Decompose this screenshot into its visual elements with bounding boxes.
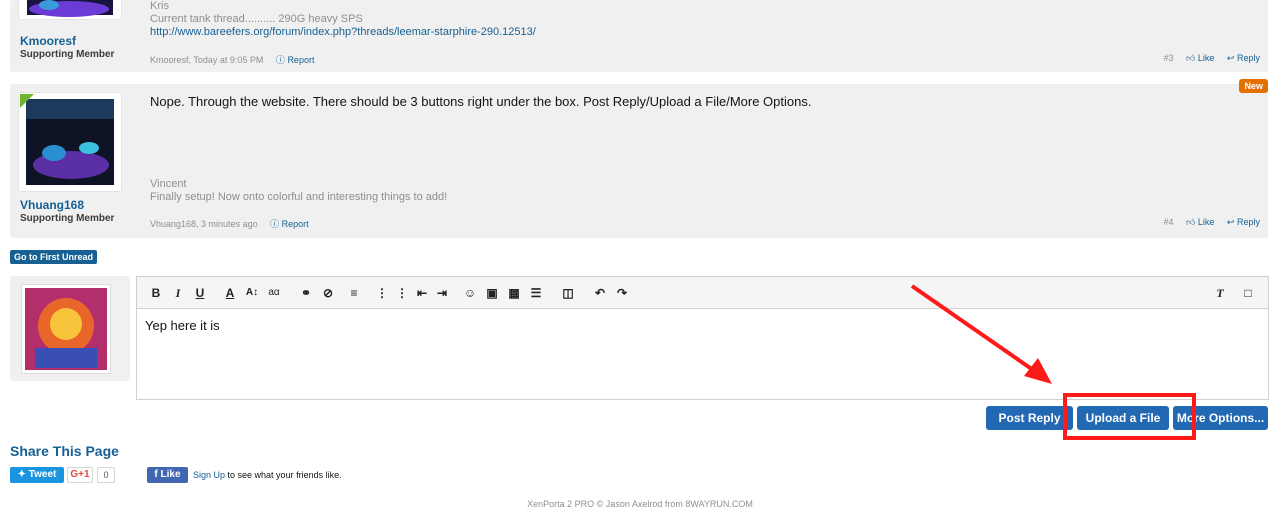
like-link[interactable]: 👍︎ Like — [1186, 53, 1214, 63]
post-number[interactable]: #4 — [1163, 217, 1173, 227]
user-title: Supporting Member — [20, 49, 115, 60]
post-reply-button[interactable]: Post Reply — [986, 406, 1073, 430]
post-meta: Vhuang168, 3 minutes ago ⓘ Report — [150, 217, 309, 230]
signature-link[interactable]: http://www.bareefers.org/forum/index.php… — [150, 26, 536, 38]
username[interactable]: Vhuang168 — [20, 198, 84, 212]
like-label: Like — [1197, 217, 1215, 227]
indent-icon[interactable]: ⇥ — [435, 285, 449, 301]
twitter-icon: ✦ — [17, 469, 26, 480]
annotation-highlight-box — [1063, 393, 1196, 440]
numbered-list-icon[interactable]: ⋮ — [395, 285, 409, 301]
bullet-list-icon[interactable]: ⋮ — [375, 285, 389, 301]
tweet-button[interactable]: ✦ Tweet — [10, 467, 64, 483]
outdent-icon[interactable]: ⇤ — [415, 285, 429, 301]
post-author-date[interactable]: Vhuang168, 3 minutes ago — [150, 219, 258, 229]
signature: Vincent Finally setup! Now onto colorful… — [150, 178, 447, 204]
post-author-date[interactable]: Kmooresf, Today at 9:05 PM — [150, 55, 263, 65]
share-title: Share This Page — [10, 443, 119, 459]
reply-link[interactable]: ↩ Reply — [1227, 217, 1260, 227]
post-number[interactable]: #3 — [1163, 53, 1173, 63]
signature: Kris Current tank thread.......... 290G … — [150, 0, 536, 39]
avatar-image — [26, 99, 114, 185]
signature-name: Kris — [150, 0, 169, 12]
google-plus-button[interactable]: G+1 — [67, 467, 93, 483]
avatar[interactable] — [21, 284, 111, 374]
post-userblock: Kmooresf Supporting Member — [10, 0, 130, 72]
reply-icon: ↩ — [1226, 53, 1235, 63]
italic-icon[interactable]: I — [171, 285, 185, 301]
report-link[interactable]: ⓘ Report — [276, 55, 315, 65]
post-actions: #3 👍︎ Like ↩ Reply — [1163, 53, 1260, 64]
reply-label: Reply — [1236, 53, 1260, 63]
like-link[interactable]: 👍︎ Like — [1186, 217, 1214, 227]
reply-label: Reply — [1236, 217, 1260, 227]
undo-icon[interactable]: ↶ — [593, 285, 607, 301]
unread-marker — [20, 94, 34, 108]
signature-name: Vincent — [150, 178, 187, 190]
editor-toolbar: B I U A A↕ aα ⚭ ⊘ ≡ ⋮ ⋮ ⇤ ⇥ ☺ ▣ ▦ ☰ ◫ ↶ … — [137, 277, 1268, 309]
signature-line: Current tank thread.......... 290G heavy… — [150, 13, 363, 25]
link-icon[interactable]: ⚭ — [299, 285, 313, 301]
facebook-icon: f — [154, 469, 158, 480]
unlink-icon[interactable]: ⊘ — [321, 285, 335, 301]
editor-text-area[interactable]: Yep here it is — [137, 309, 1268, 342]
post-4: Vhuang168 Supporting Member Nope. Throug… — [10, 84, 1268, 238]
thumbs-up-icon: 👍︎ — [1185, 217, 1196, 227]
quick-reply: B I U A A↕ aα ⚭ ⊘ ≡ ⋮ ⋮ ⇤ ⇥ ☺ ▣ ▦ ☰ ◫ ↶ … — [10, 276, 1269, 400]
avatar[interactable] — [18, 0, 122, 20]
username[interactable]: Kmooresf — [20, 34, 76, 48]
bold-icon[interactable]: B — [149, 285, 163, 301]
google-plus-count: 0 — [97, 467, 115, 483]
reply-link[interactable]: ↩ Reply — [1227, 53, 1260, 63]
report-link[interactable]: ⓘ Report — [270, 219, 309, 229]
go-to-first-unread-button[interactable]: Go to First Unread — [10, 250, 98, 264]
post-content: Kris Current tank thread.......... 290G … — [140, 0, 1268, 72]
align-icon[interactable]: ≡ — [347, 285, 361, 301]
avatar-image — [27, 0, 113, 17]
footer-credit[interactable]: XenPorta 2 PRO © Jason Axelrod from 8WAY… — [0, 499, 1280, 509]
user-title: Supporting Member — [20, 213, 115, 224]
insert-icon[interactable]: ☰ — [529, 285, 543, 301]
facebook-like-label: Like — [160, 469, 181, 480]
reply-icon: ↩ — [1226, 217, 1235, 227]
facebook-signup-link[interactable]: Sign Up — [193, 470, 225, 480]
text-color-icon[interactable]: A — [223, 285, 237, 301]
facebook-text-rest: to see what your friends like. — [225, 470, 342, 480]
save-draft-icon[interactable]: ◫ — [561, 285, 575, 301]
post-content: Nope. Through the website. There should … — [140, 84, 1268, 238]
font-family-icon[interactable]: aα — [267, 285, 281, 301]
facebook-like-button[interactable]: f Like — [147, 467, 188, 483]
font-size-icon[interactable]: A↕ — [245, 285, 259, 301]
like-label: Like — [1197, 53, 1215, 63]
redo-icon[interactable]: ↷ — [615, 285, 629, 301]
report-label: Report — [281, 219, 309, 229]
post-actions: #4 👍︎ Like ↩ Reply — [1163, 217, 1260, 228]
post-meta: Kmooresf, Today at 9:05 PM ⓘ Report — [150, 53, 314, 66]
reply-avatar — [10, 276, 130, 381]
thumbs-up-icon: 👍︎ — [1185, 53, 1196, 63]
new-badge: New — [1239, 79, 1268, 93]
toggle-bbcode-icon[interactable]: □ — [1241, 285, 1255, 301]
post-pointer — [130, 102, 140, 118]
tweet-label: Tweet — [28, 469, 57, 480]
post-message: Nope. Through the website. There should … — [150, 94, 812, 109]
remove-format-icon[interactable]: T — [1213, 285, 1227, 301]
post-3: Kmooresf Supporting Member Kris Current … — [10, 0, 1268, 72]
smilie-icon[interactable]: ☺ — [463, 285, 477, 301]
underline-icon[interactable]: U — [193, 285, 207, 301]
signature-line: Finally setup! Now onto colorful and int… — [150, 191, 448, 203]
avatar-image — [25, 288, 107, 370]
media-icon[interactable]: ▦ — [507, 285, 521, 301]
image-icon[interactable]: ▣ — [485, 285, 499, 301]
facebook-text: Sign Up to see what your friends like. — [193, 470, 342, 480]
report-label: Report — [287, 55, 315, 65]
message-editor: B I U A A↕ aα ⚭ ⊘ ≡ ⋮ ⋮ ⇤ ⇥ ☺ ▣ ▦ ☰ ◫ ↶ … — [136, 276, 1269, 400]
